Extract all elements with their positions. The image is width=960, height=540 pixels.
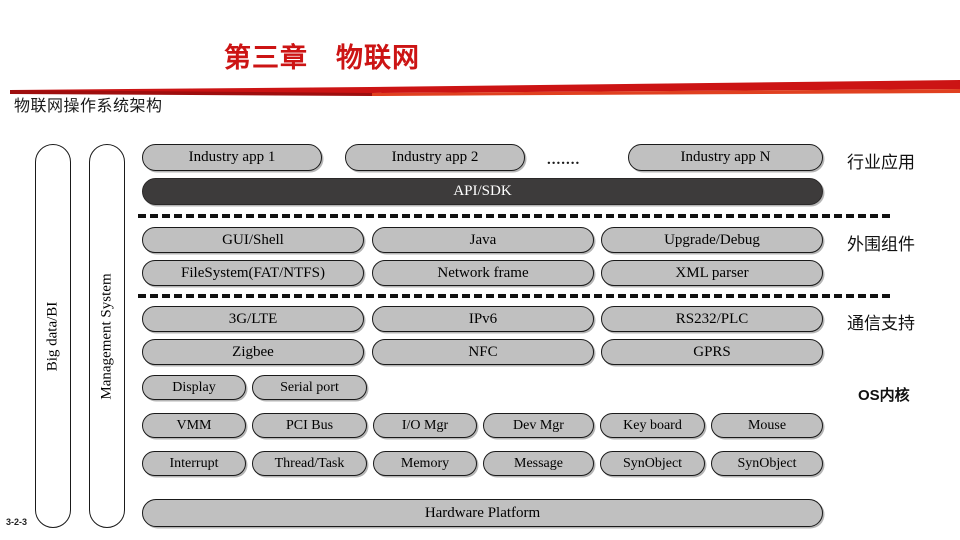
pill-filesystem-label: FileSystem(FAT/NTFS) (181, 264, 325, 281)
pill-ipv6-label: IPv6 (468, 310, 498, 327)
pill-network-frame[interactable]: Network frame (372, 260, 594, 286)
pill-pci-bus-label: PCI Bus (285, 417, 334, 433)
pill-synobject-1[interactable]: SynObject (600, 451, 705, 476)
pill-api-sdk[interactable]: API/SDK (142, 178, 823, 205)
pill-serial-port-label: Serial port (280, 379, 339, 395)
pill-3g-lte-label: 3G/LTE (228, 310, 278, 327)
pill-api-sdk-label: API/SDK (453, 183, 512, 199)
pill-message[interactable]: Message (483, 451, 594, 476)
pill-display-label: Display (172, 379, 216, 395)
side-column-management-system-label: Management System (98, 272, 115, 400)
pill-gui-shell[interactable]: GUI/Shell (142, 227, 364, 253)
side-column-big-data[interactable]: Big data/BI (35, 144, 71, 528)
pill-upgrade-debug-label: Upgrade/Debug (664, 231, 760, 248)
pill-message-label: Message (514, 455, 563, 471)
pill-industry-app-1[interactable]: Industry app 1 (142, 144, 322, 171)
pill-zigbee[interactable]: Zigbee (142, 339, 364, 365)
separator-dashed-2 (138, 294, 890, 298)
pill-thread-task[interactable]: Thread/Task (252, 451, 367, 476)
architecture-diagram: Big data/BI Management System Industry a… (0, 128, 960, 540)
pill-gprs-label: GPRS (693, 343, 731, 360)
pill-industry-app-n-label: Industry app N (680, 149, 771, 165)
pill-synobject-2-label: SynObject (737, 455, 797, 471)
pill-xml-parser[interactable]: XML parser (601, 260, 823, 286)
pill-memory[interactable]: Memory (373, 451, 477, 476)
pill-nfc-label: NFC (468, 343, 498, 360)
pill-pci-bus[interactable]: PCI Bus (252, 413, 367, 438)
pill-synobject-1-label: SynObject (622, 455, 683, 471)
pill-hardware-platform[interactable]: Hardware Platform (142, 499, 823, 527)
pill-dev-mgr[interactable]: Dev Mgr (483, 413, 594, 438)
pill-industry-app-2[interactable]: Industry app 2 (345, 144, 525, 171)
pill-mouse-label: Mouse (747, 417, 787, 433)
page-title: 第三章 物联网 (224, 43, 420, 73)
pill-memory-label: Memory (400, 455, 450, 471)
pill-io-mgr[interactable]: I/O Mgr (373, 413, 477, 438)
pill-rs232-plc[interactable]: RS232/PLC (601, 306, 823, 332)
pill-industry-app-n[interactable]: Industry app N (628, 144, 823, 171)
pill-filesystem[interactable]: FileSystem(FAT/NTFS) (142, 260, 364, 286)
pill-network-frame-label: Network frame (437, 264, 529, 281)
pill-xml-parser-label: XML parser (675, 264, 749, 281)
pill-interrupt[interactable]: Interrupt (142, 451, 246, 476)
pill-ipv6[interactable]: IPv6 (372, 306, 594, 332)
pill-gprs[interactable]: GPRS (601, 339, 823, 365)
pill-mouse[interactable]: Mouse (711, 413, 823, 438)
group-label-peripheral-components: 外围组件 (847, 235, 915, 254)
pill-synobject-2[interactable]: SynObject (711, 451, 823, 476)
group-label-os-kernel: OS内核 (858, 387, 910, 404)
pill-zigbee-label: Zigbee (232, 343, 274, 360)
pill-serial-port[interactable]: Serial port (252, 375, 367, 400)
pill-rs232-plc-label: RS232/PLC (675, 310, 749, 327)
apps-ellipsis: ....... (547, 152, 581, 168)
pill-industry-app-1-label: Industry app 1 (188, 149, 276, 165)
side-column-big-data-label: Big data/BI (44, 301, 61, 371)
pill-thread-task-label: Thread/Task (274, 455, 345, 471)
pill-io-mgr-label: I/O Mgr (401, 417, 449, 433)
pill-interrupt-label: Interrupt (169, 455, 219, 471)
pill-3g-lte[interactable]: 3G/LTE (142, 306, 364, 332)
pill-upgrade-debug[interactable]: Upgrade/Debug (601, 227, 823, 253)
slide-subtitle: 物联网操作系统架构 (14, 98, 163, 115)
side-column-management-system[interactable]: Management System (89, 144, 125, 528)
separator-dashed-1 (138, 214, 890, 218)
pill-java[interactable]: Java (372, 227, 594, 253)
pill-key-board-label: Key board (623, 417, 682, 433)
pill-dev-mgr-label: Dev Mgr (513, 417, 564, 433)
pill-key-board[interactable]: Key board (600, 413, 705, 438)
pill-gui-shell-label: GUI/Shell (222, 231, 284, 248)
pill-java-label: Java (469, 231, 497, 248)
group-label-communication-support: 通信支持 (847, 314, 915, 333)
pill-vmm[interactable]: VMM (142, 413, 246, 438)
pill-display[interactable]: Display (142, 375, 246, 400)
pill-nfc[interactable]: NFC (372, 339, 594, 365)
pill-industry-app-2-label: Industry app 2 (391, 149, 479, 165)
pill-vmm-label: VMM (176, 417, 212, 433)
pill-hardware-platform-label: Hardware Platform (424, 504, 541, 521)
group-label-industry-application: 行业应用 (847, 153, 915, 172)
